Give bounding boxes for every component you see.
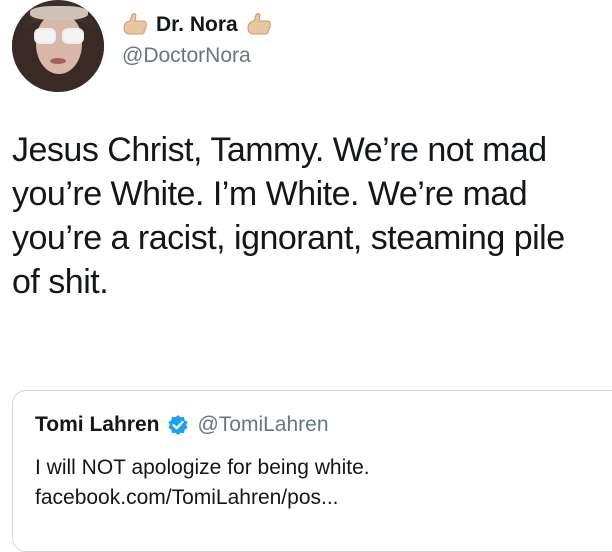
quoted-text-line: I will NOT apologize for being white. [35,456,370,479]
quoted-tweet-card[interactable]: Tomi Lahren @TomiLahren I will NOT apolo… [12,390,612,552]
avatar[interactable] [12,0,104,92]
tweet-text-line: Jesus Christ, Tammy. We’re not mad [12,131,547,169]
quoted-author-handle[interactable]: @TomiLahren [197,413,328,437]
quoted-tweet-header: Tomi Lahren @TomiLahren [35,411,329,439]
author-display-name[interactable]: Dr. Nora [156,13,238,37]
hand-icon [123,13,147,35]
tweet-text-line: of shit. [12,263,109,301]
verified-badge-icon [168,415,189,435]
tweet-text: Jesus Christ, Tammy. We’re not mad you’r… [12,128,608,304]
quoted-author-name[interactable]: Tomi Lahren [35,413,159,437]
tweet-text-line: you’re a racist, ignorant, steaming pile [12,219,565,257]
quoted-link[interactable]: facebook.com/TomiLahren/pos... [35,483,370,513]
tweet-text-line: you’re White. I’m White. We’re mad [12,175,528,213]
author-name-row[interactable]: Dr. Nora [120,10,274,40]
hand-icon [247,13,271,35]
quoted-tweet-text: I will NOT apologize for being white. fa… [35,453,370,513]
author-handle[interactable]: @DoctorNora [122,44,251,68]
